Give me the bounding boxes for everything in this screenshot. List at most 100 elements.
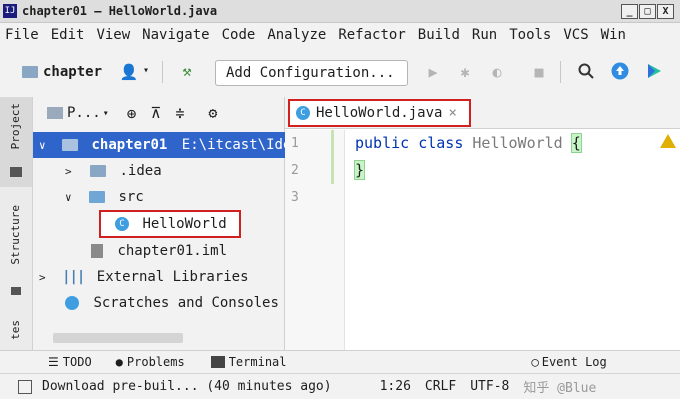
tree-item-label: HelloWorld: [142, 216, 227, 232]
maximize-button[interactable]: □: [639, 4, 656, 19]
close-button[interactable]: X: [657, 4, 674, 19]
menu-bar: File Edit View Navigate Code Analyze Ref…: [0, 23, 680, 47]
project-label: chapter: [43, 64, 103, 80]
search-icon[interactable]: [577, 62, 595, 80]
tree-item-src[interactable]: ∨ src: [33, 184, 285, 210]
tab-helloworld-java[interactable]: C HelloWorld.java ×: [288, 99, 471, 127]
close-brace: }: [353, 160, 366, 180]
menu-window[interactable]: Win: [601, 23, 626, 47]
menu-build[interactable]: Build: [418, 23, 460, 47]
scratches-icon: [65, 296, 79, 310]
watermark: 知乎 @Blue: [523, 381, 597, 396]
project-view-selector[interactable]: P...: [67, 105, 101, 121]
structure-tool-button[interactable]: Structure: [0, 205, 32, 300]
project-panel-header: P... ▾ ⊕ ⊼ ≑ ⚙: [33, 97, 285, 129]
chevron-down-icon[interactable]: ▾: [143, 65, 149, 76]
menu-refactor[interactable]: Refactor: [338, 23, 405, 47]
keyword-class: class: [418, 134, 464, 152]
toolbar-divider: [162, 61, 163, 83]
class-icon: C: [296, 106, 310, 120]
source-folder-icon: [89, 191, 106, 203]
caret-position[interactable]: 1:26: [380, 379, 411, 394]
chevron-right-icon[interactable]: >: [39, 271, 46, 284]
project-breadcrumb[interactable]: chapter: [22, 61, 102, 83]
left-tool-stripe: Project Structure tes: [0, 97, 33, 350]
update-icon[interactable]: [611, 62, 629, 80]
structure-icon: [11, 287, 21, 295]
menu-run[interactable]: Run: [472, 23, 497, 47]
debug-icon[interactable]: ✱: [456, 63, 474, 81]
menu-analyze[interactable]: Analyze: [267, 23, 326, 47]
event-log-tab[interactable]: Event Log: [542, 355, 607, 369]
tree-item-idea[interactable]: > .idea: [33, 158, 285, 184]
expand-all-icon[interactable]: ≑: [175, 104, 184, 122]
tab-label: HelloWorld.java: [316, 105, 443, 121]
hammer-icon[interactable]: ⚒: [178, 62, 196, 80]
code-line-2: }: [353, 157, 680, 184]
bottom-tool-bar: ☰ TODO ● Problems Terminal ◯ Event Log: [0, 350, 680, 373]
window-title: chapter01 – HelloWorld.java: [22, 4, 218, 18]
menu-code[interactable]: Code: [222, 23, 256, 47]
minimize-button[interactable]: _: [621, 4, 638, 19]
tree-item-scratches[interactable]: Scratches and Consoles: [33, 290, 285, 316]
keyword-public: public: [355, 134, 410, 152]
code-line-1: public class HelloWorld {: [355, 130, 680, 157]
menu-navigate[interactable]: Navigate: [142, 23, 209, 47]
project-tool-button[interactable]: Project: [0, 97, 32, 187]
tree-item-external-libraries[interactable]: > ||| External Libraries: [33, 264, 285, 290]
stop-icon[interactable]: ■: [530, 63, 548, 81]
line-number: 1: [291, 136, 299, 151]
editor-tab-bar: C HelloWorld.java ×: [285, 97, 680, 129]
terminal-tab[interactable]: Terminal: [229, 355, 287, 369]
run-icon[interactable]: ▶: [424, 63, 442, 81]
gear-icon[interactable]: ⚙: [208, 104, 217, 122]
tree-item-label: .idea: [119, 163, 162, 179]
menu-vcs[interactable]: VCS: [563, 23, 588, 47]
chevron-down-icon[interactable]: ▾: [103, 108, 109, 119]
todo-tab[interactable]: TODO: [63, 355, 92, 369]
favorites-tool-button[interactable]: tes: [0, 320, 32, 348]
add-configuration-button[interactable]: Add Configuration...: [215, 60, 408, 86]
tree-item-helloworld[interactable]: C HelloWorld: [99, 210, 241, 238]
tool-windows-icon[interactable]: [18, 379, 32, 394]
info-icon: ●: [115, 355, 123, 369]
status-bar: Download pre-buil... (40 minutes ago) 1:…: [0, 373, 680, 399]
file-encoding[interactable]: UTF-8: [470, 379, 509, 394]
code-editor[interactable]: public class HelloWorld { }: [353, 130, 680, 350]
menu-view[interactable]: View: [96, 23, 130, 47]
user-icon[interactable]: 👤: [120, 63, 139, 81]
chevron-down-icon[interactable]: ∨: [65, 191, 72, 204]
collapse-all-icon[interactable]: ⊼: [150, 104, 161, 122]
horizontal-scrollbar[interactable]: [53, 333, 183, 343]
coverage-icon[interactable]: ◐: [488, 63, 506, 81]
line-number: 3: [291, 190, 299, 205]
project-tool-label: Project: [9, 103, 22, 150]
locate-icon[interactable]: ⊕: [127, 104, 137, 123]
class-icon: C: [115, 217, 129, 231]
status-message[interactable]: Download pre-buil... (40 minutes ago): [42, 379, 332, 394]
list-icon: ☰: [48, 355, 59, 369]
warning-icon[interactable]: [660, 134, 676, 148]
line-separator[interactable]: CRLF: [425, 379, 456, 394]
tree-item-label: src: [118, 189, 144, 205]
editor-gutter: 1 2 3: [285, 130, 345, 350]
class-name: HelloWorld: [472, 134, 563, 152]
plugin-icon[interactable]: [645, 62, 663, 80]
menu-file[interactable]: File: [5, 23, 39, 47]
favorites-tool-label: tes: [9, 320, 22, 340]
menu-edit[interactable]: Edit: [51, 23, 85, 47]
problems-tab[interactable]: Problems: [127, 355, 185, 369]
chevron-right-icon[interactable]: >: [65, 165, 72, 178]
folder-icon: [10, 167, 22, 177]
close-tab-icon[interactable]: ×: [448, 101, 456, 125]
library-icon: |||: [62, 269, 85, 285]
menu-tools[interactable]: Tools: [509, 23, 551, 47]
module-folder-icon: [62, 139, 79, 151]
terminal-icon: [210, 356, 225, 368]
tree-item-chapter01[interactable]: ∨ chapter01 E:\itcast\Ide: [33, 132, 285, 158]
folder-icon: [90, 165, 107, 177]
chevron-down-icon[interactable]: ∨: [39, 139, 46, 152]
toolbar-divider: [560, 61, 561, 83]
tree-item-iml[interactable]: chapter01.iml: [33, 238, 285, 264]
structure-tool-label: Structure: [9, 205, 22, 265]
